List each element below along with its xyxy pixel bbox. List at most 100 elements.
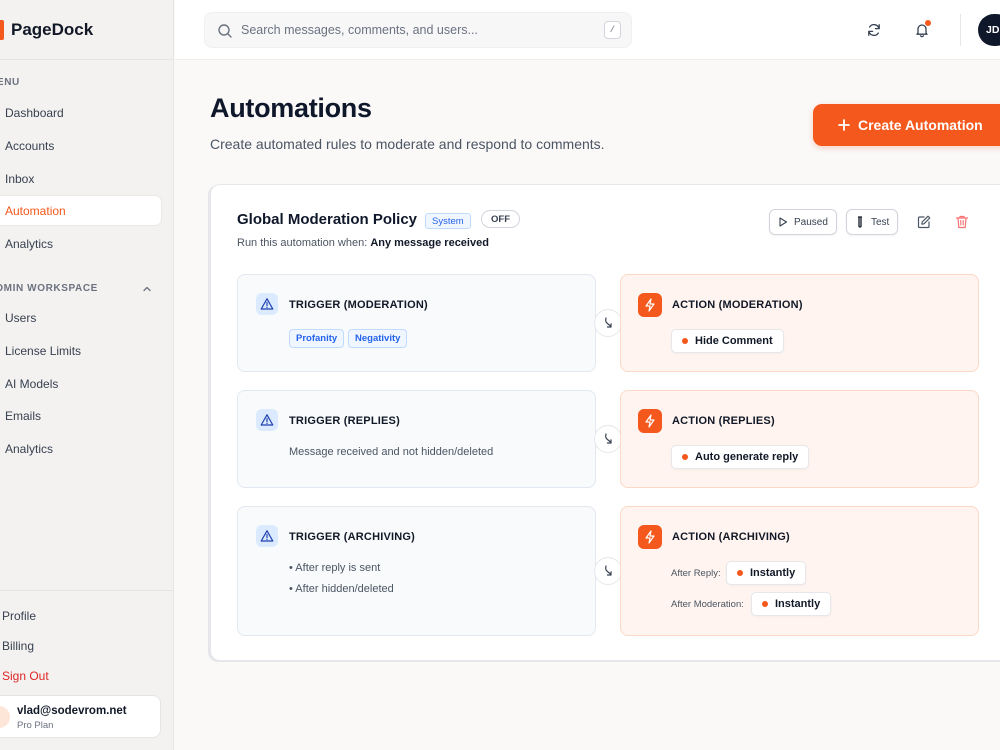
sidebar-item-license-limits[interactable]: License Limits: [0, 335, 162, 366]
refresh-icon: [868, 23, 880, 37]
system-badge: System: [425, 213, 471, 229]
billing-link[interactable]: Billing: [2, 639, 34, 653]
profile-link[interactable]: Profile: [2, 609, 36, 623]
flow-arrow: [594, 425, 622, 453]
action-archiving[interactable]: ACTION (ARCHIVING) After Reply: Instantl…: [620, 506, 979, 636]
action-icon: [638, 525, 662, 549]
page-title: Automations: [210, 93, 372, 123]
sidebar-item-accounts[interactable]: Accounts: [0, 130, 162, 161]
flow-arrow: [594, 557, 622, 585]
action-title: ACTION (REPLIES): [672, 415, 775, 427]
trigger-icon: [256, 525, 278, 547]
search-icon: [218, 24, 232, 38]
status-dot: [762, 601, 768, 607]
trigger-icon: [256, 409, 278, 431]
action-icon: [638, 409, 662, 433]
action-title: ACTION (MODERATION): [672, 299, 803, 311]
run-condition-value: Any message received: [370, 237, 489, 249]
run-condition: Run this automation when: Any message re…: [237, 237, 489, 249]
warning-icon: [260, 414, 274, 426]
create-automation-label: Create Automation: [858, 117, 983, 133]
after-reply-value: Instantly: [750, 567, 796, 579]
trigger-icon: [256, 293, 278, 315]
admin-section-label: ADMIN WORKSPACE: [0, 283, 98, 294]
user-email: vlad@sodevrom.net: [17, 705, 127, 717]
action-value: Hide Comment: [695, 335, 773, 347]
after-moderation-value: Instantly: [775, 598, 821, 610]
trigger-archiving[interactable]: TRIGGER (ARCHIVING) • After reply is sen…: [237, 506, 596, 636]
sidebar-item-users[interactable]: Users: [0, 302, 162, 333]
logo[interactable]: PageDock: [0, 0, 174, 60]
test-button[interactable]: Test: [846, 209, 899, 235]
trigger-title: TRIGGER (MODERATION): [289, 299, 428, 311]
trigger-bullet: • After hidden/deleted: [289, 583, 394, 595]
status-dot: [682, 454, 688, 460]
lightning-icon: [645, 298, 655, 312]
user-card[interactable]: vlad@sodevrom.net Pro Plan: [0, 695, 161, 738]
sidebar-item-inbox[interactable]: Inbox: [0, 163, 162, 194]
play-icon: [779, 217, 788, 227]
sidebar: PageDock MENU Dashboard Accounts Inbox A…: [0, 0, 174, 750]
after-moderation-pill[interactable]: Instantly: [751, 592, 832, 616]
sidebar-item-analytics[interactable]: Analytics: [0, 228, 162, 259]
search-input[interactable]: [241, 13, 591, 47]
trigger-moderation[interactable]: TRIGGER (MODERATION) Profanity Negativit…: [237, 274, 596, 372]
notification-dot: [925, 20, 931, 26]
sidebar-item-automation[interactable]: Automation: [0, 195, 162, 226]
action-icon: [638, 293, 662, 317]
sidebar-item-emails[interactable]: Emails: [0, 400, 162, 431]
action-value: Auto generate reply: [695, 451, 799, 463]
trigger-title: TRIGGER (ARCHIVING): [289, 531, 416, 543]
action-value-pill[interactable]: Auto generate reply: [671, 445, 810, 469]
arrow-down-right-icon: [605, 565, 612, 576]
trigger-replies[interactable]: TRIGGER (REPLIES) Message received and n…: [237, 390, 596, 488]
trigger-chip-profanity: Profanity: [289, 329, 345, 348]
search-shortcut-key: /: [604, 21, 621, 39]
warning-icon: [260, 298, 274, 310]
sidebar-item-ai-models[interactable]: AI Models: [0, 368, 162, 399]
trash-icon[interactable]: [954, 214, 970, 230]
trigger-chip-negativity: Negativity: [348, 329, 408, 348]
arrow-down-right-icon: [605, 317, 612, 328]
trigger-bullet: • After reply is sent: [289, 562, 381, 574]
action-title: ACTION (ARCHIVING): [672, 531, 790, 543]
search-bar[interactable]: /: [204, 12, 632, 48]
chevron-up-icon[interactable]: [141, 283, 153, 295]
notifications-button[interactable]: [909, 17, 935, 43]
sign-out-link[interactable]: Sign Out: [2, 669, 49, 683]
trigger-description: Message received and not hidden/deleted: [289, 446, 494, 458]
status-dot: [682, 338, 688, 344]
user-plan: Pro Plan: [17, 720, 54, 731]
paused-label: Paused: [794, 216, 828, 228]
status-badge[interactable]: OFF: [481, 210, 520, 228]
user-avatar: [0, 706, 10, 728]
refresh-button[interactable]: [861, 17, 887, 43]
automation-name: Global Moderation Policy: [237, 211, 418, 228]
warning-icon: [260, 530, 274, 542]
edit-icon[interactable]: [916, 214, 932, 230]
app-name: PageDock: [11, 19, 94, 39]
arrow-down-right-icon: [605, 433, 612, 444]
after-reply-label: After Reply:: [671, 568, 721, 579]
menu-section-label: MENU: [0, 77, 20, 88]
test-tube-icon: [857, 216, 863, 228]
after-reply-pill[interactable]: Instantly: [726, 561, 807, 585]
avatar[interactable]: JD: [978, 14, 1000, 46]
action-value-pill[interactable]: Hide Comment: [671, 329, 784, 353]
sidebar-item-admin-analytics[interactable]: Analytics: [0, 433, 162, 464]
paused-button[interactable]: Paused: [769, 209, 837, 235]
plus-icon: [838, 119, 850, 131]
run-condition-prefix: Run this automation when:: [237, 237, 368, 249]
automation-card: Global Moderation Policy System OFF Run …: [210, 184, 1000, 661]
trigger-title: TRIGGER (REPLIES): [289, 415, 400, 427]
topbar: / JD: [175, 0, 1000, 60]
topbar-divider: [960, 14, 961, 46]
lightning-icon: [645, 530, 655, 544]
create-automation-button[interactable]: Create Automation: [813, 104, 1000, 146]
action-replies[interactable]: ACTION (REPLIES) Auto generate reply: [620, 390, 979, 488]
sidebar-item-dashboard[interactable]: Dashboard: [0, 97, 162, 128]
logo-mark: [0, 19, 4, 40]
flow-arrow: [594, 309, 622, 337]
action-moderation[interactable]: ACTION (MODERATION) Hide Comment: [620, 274, 979, 372]
status-dot: [737, 570, 743, 576]
